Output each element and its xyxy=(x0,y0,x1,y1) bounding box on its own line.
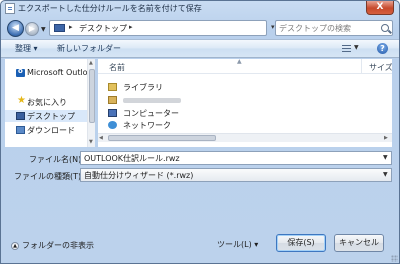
download-folder-icon xyxy=(16,126,25,134)
document-icon xyxy=(5,3,15,14)
column-header-size[interactable]: サイズ xyxy=(369,62,392,73)
filename-label: ファイル名(N): xyxy=(29,155,84,164)
view-options-icon[interactable] xyxy=(342,45,351,52)
filetype-dropdown-icon[interactable]: ▼ xyxy=(383,171,388,178)
resize-grip[interactable] xyxy=(391,255,398,262)
sort-indicator-icon: ▲ xyxy=(237,59,242,65)
chevron-right-icon[interactable]: ▸ xyxy=(69,23,73,31)
address-dropdown-icon[interactable]: ▾ xyxy=(271,23,275,31)
desktop-folder-icon xyxy=(16,112,25,120)
save-dialog-window: エクスポートした仕分けルールを名前を付けて保存 X ◀ ▶ ▼ ▸ デスクトップ… xyxy=(0,0,400,264)
search-icon[interactable] xyxy=(381,24,389,32)
network-icon xyxy=(108,121,117,129)
nav-item-label: Microsoft Outlook xyxy=(27,68,95,77)
new-folder-button[interactable]: 新しいフォルダー xyxy=(57,43,121,54)
list-item-label: コンピューター xyxy=(123,109,179,118)
column-header-name[interactable]: 名前 xyxy=(109,62,125,73)
forward-button[interactable]: ▶ xyxy=(25,22,39,36)
hide-folders-toggle[interactable]: ▲ フォルダーの非表示 xyxy=(11,240,94,251)
command-toolbar: 整理 ▾ 新しいフォルダー ▼ ? xyxy=(1,39,399,58)
nav-pane-scrollbar[interactable]: ▲ ▼ xyxy=(87,59,95,147)
nav-item-desktop[interactable]: デスクトップ xyxy=(5,110,94,122)
back-button[interactable]: ◀ xyxy=(7,20,24,37)
filename-field[interactable] xyxy=(80,151,392,165)
help-icon[interactable]: ? xyxy=(377,43,388,54)
breadcrumb-desktop[interactable]: デスクトップ xyxy=(79,23,127,34)
scrollbar-thumb[interactable] xyxy=(89,69,95,123)
nav-item-downloads[interactable]: ダウンロード xyxy=(5,124,94,136)
filetype-select[interactable]: 自動仕分けウィザード (*.rwz) xyxy=(80,168,392,182)
desktop-folder-icon xyxy=(54,24,65,32)
filename-dropdown-icon[interactable]: ▼ xyxy=(383,154,388,161)
tools-button[interactable]: ツール(L) ▾ xyxy=(217,239,258,250)
scrollbar-thumb[interactable] xyxy=(108,135,216,141)
library-icon xyxy=(108,83,117,91)
computer-icon xyxy=(108,109,117,117)
title-bar: エクスポートした仕分けルールを名前を付けて保存 X xyxy=(1,1,399,17)
scroll-left-icon[interactable]: ◀ xyxy=(99,135,103,141)
chevron-right-icon[interactable]: ▸ xyxy=(129,23,133,31)
list-item-label: ネットワーク xyxy=(123,121,171,130)
nav-item-label: ダウンロード xyxy=(27,126,75,135)
window-title: エクスポートした仕分けルールを名前を付けて保存 xyxy=(18,4,202,13)
filetype-label: ファイルの種類(T): xyxy=(14,172,84,181)
view-dropdown-icon[interactable]: ▼ xyxy=(354,44,359,51)
chevron-up-icon: ▲ xyxy=(11,241,19,250)
search-box[interactable] xyxy=(275,20,393,36)
redacted-name xyxy=(123,98,181,103)
star-icon: ★ xyxy=(17,95,26,106)
user-folder-icon xyxy=(108,96,117,104)
hide-folders-label: フォルダーの非表示 xyxy=(22,241,94,250)
nav-item-label: お気に入り xyxy=(27,98,67,107)
scroll-down-icon[interactable]: ▼ xyxy=(89,139,93,145)
column-header-row: ▲ 名前 サイズ xyxy=(98,59,392,74)
file-list-scrollbar[interactable]: ◀ ▶ xyxy=(98,133,392,142)
address-bar[interactable]: ▸ デスクトップ ▸ xyxy=(49,20,267,36)
nav-item-label: デスクトップ xyxy=(27,112,75,121)
search-input[interactable] xyxy=(279,22,377,34)
nav-item-microsoft-outlook[interactable]: Microsoft Outlook xyxy=(5,67,95,79)
close-button[interactable]: X xyxy=(366,1,394,15)
organize-button[interactable]: 整理 ▾ xyxy=(15,43,38,54)
navigation-pane: Microsoft Outlook ★ お気に入り デスクトップ ダウンロード xyxy=(5,59,95,147)
column-divider[interactable] xyxy=(361,59,362,73)
nav-item-favorites[interactable]: ★ お気に入り xyxy=(5,95,94,108)
scroll-right-icon[interactable]: ▶ xyxy=(384,135,388,141)
save-button[interactable]: 保存(S) xyxy=(276,234,326,252)
scroll-up-icon[interactable]: ▲ xyxy=(89,60,93,66)
list-item-label: ライブラリ xyxy=(123,83,163,92)
cancel-button[interactable]: キャンセル xyxy=(334,234,384,252)
outlook-icon xyxy=(16,67,25,77)
recent-pages-dropdown-icon[interactable]: ▼ xyxy=(41,26,46,33)
